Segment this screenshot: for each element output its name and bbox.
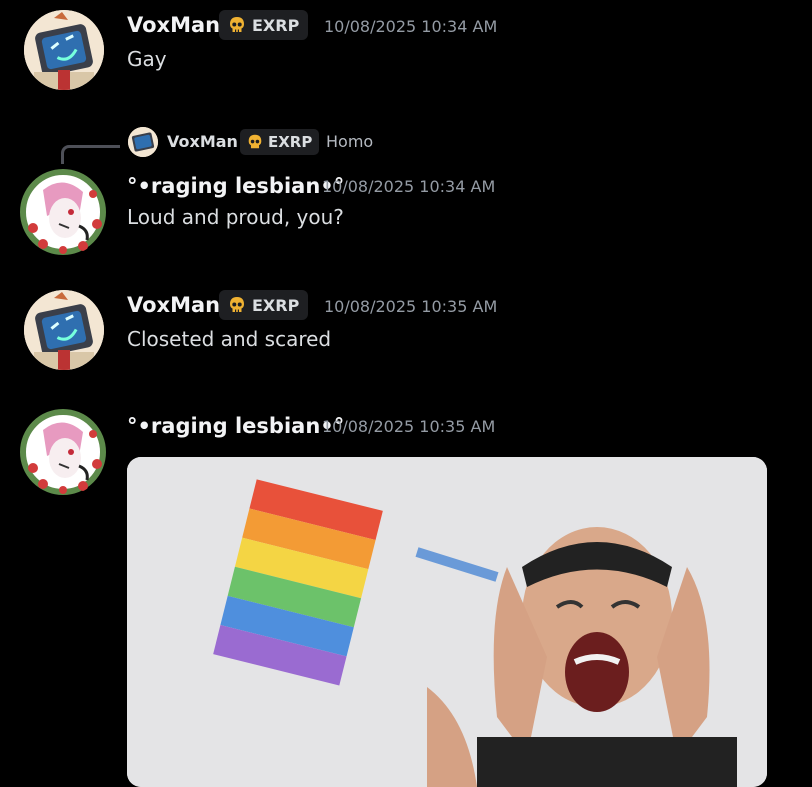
gif-image-attachment[interactable] bbox=[127, 457, 767, 787]
timestamp: 10/08/2025 10:35 AM bbox=[322, 417, 496, 436]
message-text: Gay bbox=[127, 47, 167, 71]
tv-head-avatar-icon bbox=[128, 127, 158, 157]
skull-icon bbox=[230, 297, 244, 312]
message-3: VoxMan EXRP 10/08/2025 10:35 AM Closeted… bbox=[0, 280, 812, 380]
reply-server-tag[interactable]: EXRP bbox=[240, 129, 320, 155]
flower-wreath-avatar-icon bbox=[20, 169, 106, 255]
avatar-lesbian[interactable] bbox=[19, 408, 107, 496]
reply-server-tag-label: EXRP bbox=[268, 133, 313, 151]
username[interactable]: VoxMan bbox=[127, 292, 220, 318]
message-2: VoxMan EXRP Homo °•raging lesbian•° 10/0… bbox=[0, 120, 812, 255]
avatar-voxman[interactable] bbox=[24, 290, 104, 370]
server-tag-label: EXRP bbox=[252, 295, 300, 315]
reply-preview-text[interactable]: Homo bbox=[326, 132, 373, 151]
username[interactable]: VoxMan bbox=[127, 12, 220, 38]
username[interactable]: °•raging lesbian•° bbox=[127, 173, 344, 199]
server-tag[interactable]: EXRP bbox=[219, 10, 309, 40]
timestamp: 10/08/2025 10:34 AM bbox=[324, 17, 498, 36]
avatar-voxman[interactable] bbox=[24, 10, 104, 90]
server-tag[interactable]: EXRP bbox=[219, 290, 309, 320]
message-text: Loud and proud, you? bbox=[127, 205, 344, 229]
reply-avatar[interactable] bbox=[128, 127, 158, 157]
message-1: VoxMan EXRP 10/08/2025 10:34 AM Gay bbox=[0, 0, 812, 100]
server-tag-label: EXRP bbox=[252, 15, 300, 35]
skull-icon bbox=[248, 134, 262, 149]
tv-head-avatar-icon bbox=[24, 10, 104, 90]
tv-head-avatar-icon bbox=[24, 290, 104, 370]
rainbow-flag-image bbox=[127, 457, 767, 787]
flower-wreath-avatar-icon bbox=[20, 409, 106, 495]
reply-username[interactable]: VoxMan bbox=[167, 132, 238, 151]
username[interactable]: °•raging lesbian•° bbox=[127, 413, 344, 439]
avatar-lesbian[interactable] bbox=[19, 168, 107, 256]
message-text: Closeted and scared bbox=[127, 327, 332, 351]
skull-icon bbox=[230, 17, 244, 32]
reply-connector bbox=[61, 145, 120, 164]
timestamp: 10/08/2025 10:35 AM bbox=[324, 297, 498, 316]
timestamp: 10/08/2025 10:34 AM bbox=[322, 177, 496, 196]
